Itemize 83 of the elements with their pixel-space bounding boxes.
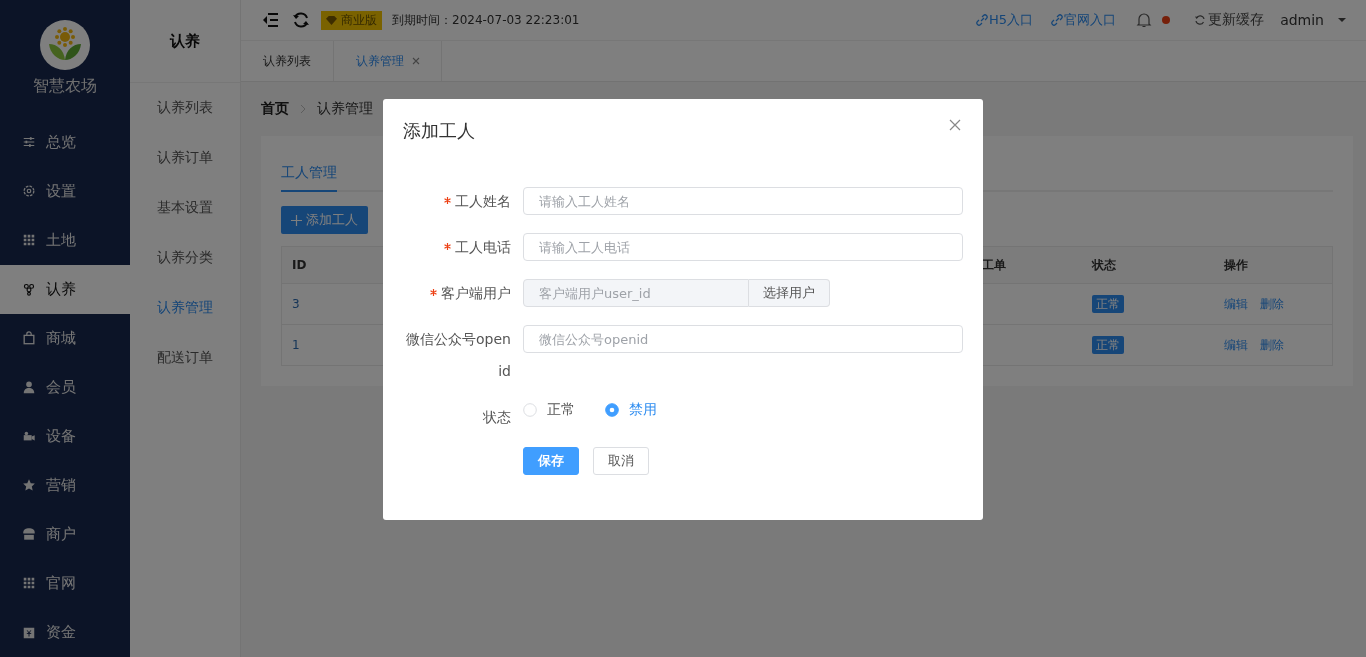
submenu-title: 认养: [130, 0, 240, 83]
store-icon: [22, 527, 36, 542]
plus-icon: [291, 214, 302, 226]
radio-option[interactable]: 正常: [523, 401, 575, 419]
sidebar-item[interactable]: 官网: [0, 558, 130, 608]
action-link[interactable]: 编辑: [1224, 337, 1248, 352]
submenu-item[interactable]: 认养订单: [130, 133, 240, 183]
money-icon: [22, 625, 36, 640]
sidebar-item[interactable]: 认养: [0, 264, 130, 314]
link-icon: [1051, 14, 1064, 26]
logo-icon: [40, 20, 90, 71]
save-button[interactable]: 保存: [523, 447, 579, 475]
content-tab[interactable]: 工人管理: [281, 156, 337, 192]
radio-option[interactable]: 禁用: [605, 401, 657, 419]
status-tag: 正常: [1092, 294, 1124, 313]
bag-icon: [22, 331, 36, 346]
refresh-icon[interactable]: [291, 10, 311, 30]
required-icon: [430, 289, 437, 296]
page-tab[interactable]: 认养管理: [334, 41, 442, 81]
user-menu[interactable]: admin: [1280, 12, 1324, 28]
collapse-icon[interactable]: [261, 10, 281, 30]
text-field[interactable]: 微信公众号openid: [523, 325, 963, 353]
cancel-button[interactable]: 取消: [593, 447, 649, 475]
id-cell: 1: [292, 338, 300, 352]
sidebar-item[interactable]: 会员: [0, 362, 130, 412]
action-link[interactable]: 删除: [1260, 296, 1284, 311]
close-icon[interactable]: [949, 119, 961, 131]
radio-circle-icon: [523, 403, 537, 417]
text-field[interactable]: 请输入工人电话: [523, 233, 963, 261]
sidebar-item[interactable]: 资金: [0, 608, 130, 657]
close-icon[interactable]: [411, 57, 420, 65]
submenu-item[interactable]: 配送订单: [130, 333, 240, 383]
submenu-item[interactable]: 基本设置: [130, 183, 240, 233]
sidebar-item[interactable]: 营销: [0, 460, 130, 510]
user-icon: [22, 380, 36, 395]
refresh-icon: [1194, 14, 1207, 26]
chevron-icon: [299, 104, 307, 114]
sidebar-item[interactable]: 总览: [0, 117, 130, 167]
brand-name: 智慧农场: [33, 76, 97, 98]
page-tab[interactable]: 认养列表: [241, 41, 334, 81]
field-label: 微信公众号openid: [405, 330, 511, 381]
required-icon: [444, 197, 451, 204]
submenu-item[interactable]: 认养列表: [130, 83, 240, 133]
select-user-button[interactable]: 选择用户: [749, 279, 830, 307]
column-header: 工单: [982, 246, 1082, 284]
link-icon: [976, 14, 989, 26]
refresh-cache-button[interactable]: 更新缓存: [1194, 11, 1265, 29]
header-link[interactable]: 官网入口: [1051, 11, 1117, 29]
sidebar-item[interactable]: 商城: [0, 313, 130, 363]
grid-icon: [22, 233, 36, 248]
dialog-title: 添加工人: [403, 119, 475, 143]
sidebar-item[interactable]: 设备: [0, 411, 130, 461]
add-worker-button[interactable]: 添加工人: [281, 206, 368, 234]
expiry-text: 到期时间：2024-07-03 22:23:01: [392, 11, 580, 29]
sidebar-item[interactable]: 设置: [0, 166, 130, 216]
sidebar-item[interactable]: 土地: [0, 215, 130, 265]
required-icon: [444, 243, 451, 250]
text-field[interactable]: 请输入工人姓名: [523, 187, 963, 215]
action-link[interactable]: 编辑: [1224, 296, 1248, 311]
header-link[interactable]: H5入口: [976, 11, 1034, 29]
breadcrumb-item[interactable]: 首页: [261, 100, 289, 118]
edition-badge: 商业版: [321, 10, 382, 30]
sliders-icon: [22, 135, 36, 150]
sidebar-item[interactable]: 商户: [0, 509, 130, 559]
radio-circle-icon: [605, 403, 619, 417]
column-header: 状态: [1082, 246, 1214, 284]
field-label: 工人姓名: [403, 185, 511, 217]
grid-icon: [22, 576, 36, 591]
star-icon: [22, 478, 36, 493]
column-header: 操作: [1214, 246, 1333, 284]
diamond-icon: [326, 14, 337, 26]
breadcrumb-item: 认养管理: [317, 100, 373, 118]
grape-icon: [22, 282, 36, 297]
user-id-field[interactable]: 客户端用户user_id: [523, 279, 749, 307]
field-label: 状态: [482, 408, 511, 427]
bell-icon[interactable]: [1136, 12, 1153, 28]
action-link[interactable]: 删除: [1260, 337, 1284, 352]
status-tag: 正常: [1092, 335, 1124, 354]
id-cell: 3: [292, 297, 300, 311]
caret-icon[interactable]: [1338, 16, 1346, 24]
settings-icon: [22, 184, 36, 199]
submenu-item[interactable]: 认养分类: [130, 233, 240, 283]
submenu-item[interactable]: 认养管理: [130, 283, 240, 333]
